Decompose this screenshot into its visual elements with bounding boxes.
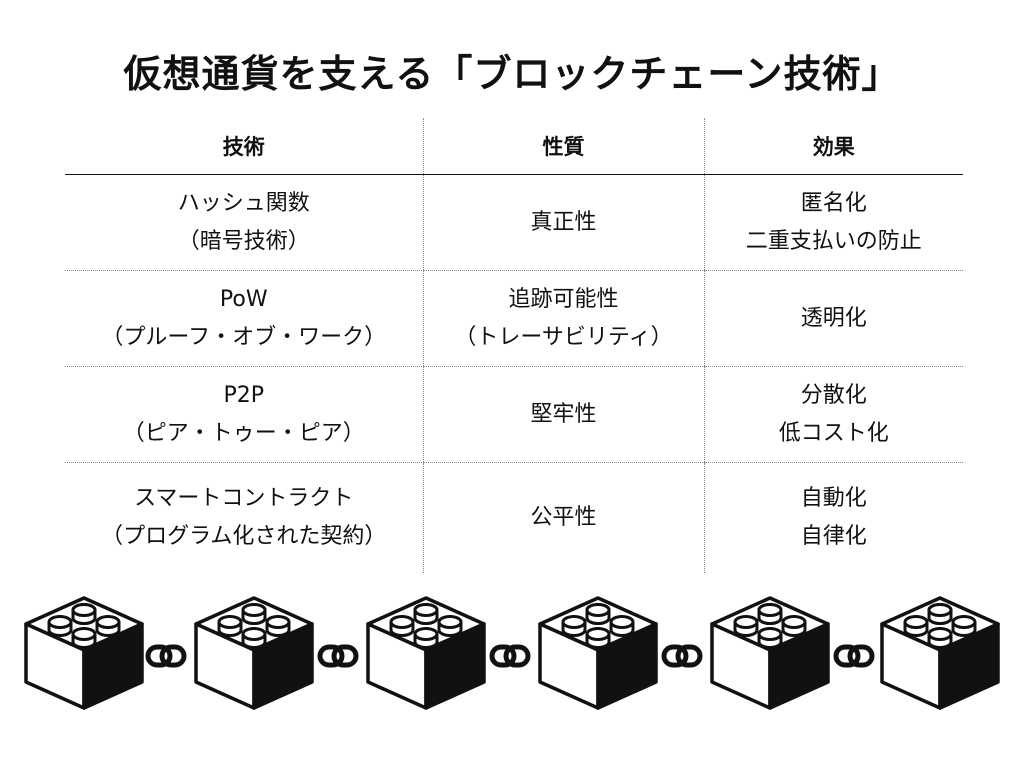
- effect-cell: 匿名化 二重支払いの防止: [703, 174, 963, 271]
- page-title: 仮想通貨を支える「ブロックチェーン技術」: [123, 52, 901, 96]
- lego-block-icon: [196, 598, 312, 708]
- property-name: 真正性: [530, 209, 597, 235]
- effect-item: 分散化: [800, 382, 867, 408]
- tech-cell: スマートコントラクト （プログラム化された契約）: [65, 463, 423, 574]
- chain-link-icon: [148, 647, 184, 665]
- effect-item: 透明化: [800, 305, 867, 331]
- property-name: 公平性: [530, 505, 597, 530]
- tech-name: スマートコントラクト: [134, 486, 354, 511]
- lego-block-icon: [882, 598, 998, 708]
- tech-cell: P2P （ピア・トゥー・ピア）: [65, 366, 423, 463]
- tech-name: PoW: [219, 286, 268, 312]
- chain-link-icon: [320, 647, 356, 665]
- chain-link-icon: [836, 647, 872, 665]
- table-row: ハッシュ関数 （暗号技術） 真正性 匿名化 二重支払いの防止: [65, 174, 963, 271]
- property-note: （トレーサビリティ）: [454, 324, 673, 350]
- header-tech: 技術: [65, 118, 423, 175]
- property-cell: 追跡可能性 （トレーサビリティ）: [422, 270, 704, 367]
- table-header-row: 技術 性質 効果: [65, 118, 963, 175]
- tech-name: P2P: [223, 382, 265, 408]
- chain-link-icon: [492, 647, 528, 665]
- blockchain-tech-table: 技術 性質 効果 ハッシュ関数 （暗号技術） 真正性 匿名化 二重支払いの防止 …: [65, 118, 963, 573]
- property-name: 追跡可能性: [508, 286, 619, 312]
- blockchain-illustration: [0, 590, 1024, 720]
- effect-item: 自律化: [800, 524, 867, 549]
- lego-block-icon: [540, 598, 656, 708]
- tech-note: （暗号技術）: [177, 228, 310, 254]
- tech-note: （プルーフ・オブ・ワーク）: [101, 324, 387, 350]
- property-cell: 公平性: [422, 462, 704, 573]
- tech-note: （ピア・トゥー・ピア）: [122, 420, 365, 446]
- tech-cell: ハッシュ関数 （暗号技術）: [65, 174, 423, 271]
- effect-item: 二重支払いの防止: [745, 228, 922, 254]
- header-effect: 効果: [703, 118, 963, 175]
- header-property: 性質: [422, 118, 704, 175]
- effect-item: 自動化: [800, 486, 867, 511]
- tech-name: ハッシュ関数: [177, 190, 310, 216]
- effect-item: 匿名化: [800, 190, 867, 216]
- effect-cell: 自動化 自律化: [703, 462, 963, 573]
- table-row: PoW （プルーフ・オブ・ワーク） 追跡可能性 （トレーサビリティ） 透明化: [65, 270, 963, 367]
- property-cell: 堅牢性: [422, 366, 704, 463]
- tech-cell: PoW （プルーフ・オブ・ワーク）: [65, 270, 423, 367]
- lego-block-icon: [26, 598, 142, 708]
- property-name: 堅牢性: [530, 401, 597, 427]
- effect-cell: 分散化 低コスト化: [703, 366, 963, 463]
- effect-item: 低コスト化: [778, 420, 889, 446]
- property-cell: 真正性: [422, 174, 704, 271]
- lego-block-icon: [368, 598, 484, 708]
- table-row: P2P （ピア・トゥー・ピア） 堅牢性 分散化 低コスト化: [65, 366, 963, 463]
- table-row: スマートコントラクト （プログラム化された契約） 公平性 自動化 自律化: [65, 462, 963, 574]
- tech-note: （プログラム化された契約）: [101, 524, 387, 549]
- chain-link-icon: [664, 647, 700, 665]
- effect-cell: 透明化: [703, 270, 963, 367]
- lego-block-icon: [712, 598, 828, 708]
